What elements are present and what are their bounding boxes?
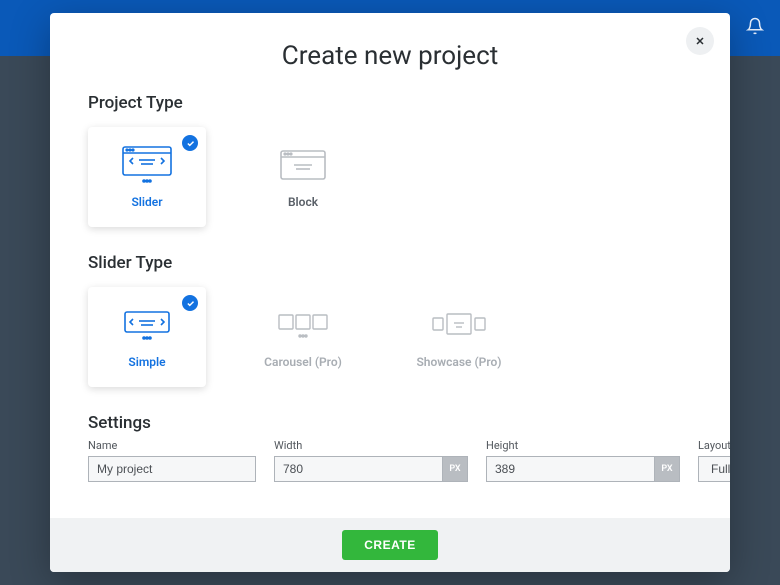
height-field: Height PX [486,439,680,482]
slider-type-options: Simple Carousel (Pro) [88,287,692,387]
create-project-modal: Create new project Project Type [50,13,730,572]
close-button[interactable] [686,27,714,55]
settings-row: Name Width PX Height PX Layout [88,439,692,482]
width-field: Width PX [274,439,468,482]
bell-icon[interactable] [746,17,764,39]
create-button[interactable]: CREATE [342,530,437,560]
modal-title: Create new project [88,41,692,71]
showcase-icon [429,305,489,345]
name-label: Name [88,439,256,452]
slider-type-carousel: Carousel (Pro) [244,287,362,387]
block-icon [279,145,327,185]
layout-field: Layout Full width [698,439,730,482]
card-label: Carousel (Pro) [264,355,342,369]
simple-slider-icon [121,305,173,345]
settings-heading: Settings [88,413,692,433]
slider-type-showcase: Showcase (Pro) [400,287,518,387]
width-unit: PX [442,456,468,482]
height-unit: PX [654,456,680,482]
project-type-heading: Project Type [88,93,692,113]
modal-footer: CREATE [50,518,730,572]
width-label: Width [274,439,468,452]
slider-icon [121,145,173,185]
card-label: Block [288,195,318,209]
slider-type-heading: Slider Type [88,253,692,273]
carousel-icon [276,305,330,345]
layout-label: Layout [698,439,730,452]
check-icon [182,295,198,311]
project-type-options: Slider Block [88,127,692,227]
height-label: Height [486,439,680,452]
check-icon [182,135,198,151]
width-input[interactable] [274,456,442,482]
slider-type-simple[interactable]: Simple [88,287,206,387]
height-input[interactable] [486,456,654,482]
project-type-block[interactable]: Block [244,127,362,227]
card-label: Slider [131,195,162,209]
card-label: Simple [128,355,165,369]
name-field: Name [88,439,256,482]
layout-select[interactable]: Full width [698,456,730,482]
project-type-slider[interactable]: Slider [88,127,206,227]
card-label: Showcase (Pro) [416,355,501,369]
name-input[interactable] [88,456,256,482]
